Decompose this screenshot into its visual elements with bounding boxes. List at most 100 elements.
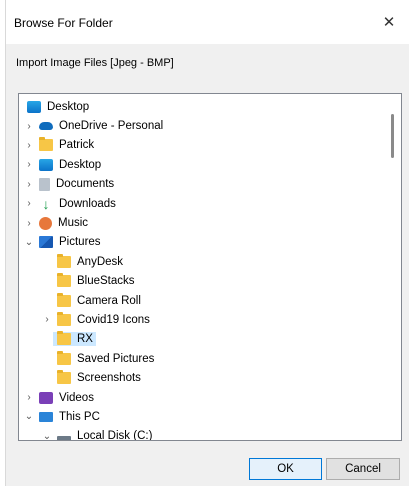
tree-item-content[interactable]: Patrick	[35, 137, 97, 152]
tree-item-label: OneDrive - Personal	[59, 120, 164, 133]
chevron-down-icon[interactable]: ⌄	[41, 430, 53, 440]
tree-item-label: Music	[58, 217, 89, 230]
folder-icon	[57, 292, 71, 307]
tree-item-label: Desktop	[59, 158, 102, 171]
documents-icon	[39, 177, 50, 191]
tree-item[interactable]: › OneDrive - Personal	[19, 116, 384, 135]
tree-item-label: Screenshots	[77, 372, 141, 385]
chevron-right-icon[interactable]: ›	[23, 139, 35, 151]
downloads-icon: ↓	[42, 195, 50, 212]
tree-item-content[interactable]: Pictures	[35, 235, 104, 249]
instruction-text: Import Image Files [Jpeg - BMP]	[16, 57, 174, 69]
tree-item-content[interactable]: Desktop	[35, 158, 104, 172]
tree-item-content[interactable]: OneDrive - Personal	[35, 119, 166, 133]
chevron-down-icon[interactable]: ⌄	[23, 236, 35, 248]
chevron-down-icon[interactable]: ⌄	[23, 411, 35, 423]
tree-item-content[interactable]: Covid19 Icons	[53, 311, 153, 327]
tree-item[interactable]: Screenshots	[19, 368, 384, 387]
chevron-right-icon[interactable]: ›	[23, 392, 35, 404]
tree-item-label: Desktop	[47, 100, 90, 113]
tree-item[interactable]: Camera Roll	[19, 291, 384, 310]
desktop-icon	[27, 100, 41, 113]
folder-icon	[57, 311, 71, 326]
chevron-right-icon[interactable]: ›	[23, 198, 35, 210]
chevron-right-icon[interactable]: ›	[41, 314, 53, 326]
title-bar: Browse For Folder ✕	[6, 0, 409, 44]
chevron-right-icon[interactable]: ›	[23, 178, 35, 190]
folder-icon	[57, 350, 71, 365]
tree-item[interactable]: › Desktop	[19, 155, 384, 174]
tree-item[interactable]: › Patrick	[19, 136, 384, 155]
tree-item[interactable]: RX	[19, 330, 384, 349]
tree-item-content[interactable]: Music	[35, 216, 91, 231]
tree-item-label: Covid19 Icons	[77, 313, 150, 326]
tree-item[interactable]: › Music	[19, 213, 384, 232]
close-icon[interactable]: ✕	[377, 10, 401, 34]
tree-item-content[interactable]: ↓ Downloads	[35, 197, 119, 211]
tree-item[interactable]: Desktop	[19, 97, 384, 116]
dialog-title: Browse For Folder	[14, 16, 113, 30]
tree-item-label: RX	[77, 333, 93, 346]
folder-icon	[57, 273, 71, 288]
tree-item-label: Downloads	[59, 197, 116, 210]
desktop-icon	[39, 158, 53, 171]
chevron-right-icon[interactable]: ›	[23, 159, 35, 171]
tree-item[interactable]: › Videos	[19, 388, 384, 407]
videos-icon	[39, 391, 53, 404]
chevron-right-icon[interactable]: ›	[23, 217, 35, 229]
tree-item[interactable]: › ↓ Downloads	[19, 194, 384, 213]
tree-item[interactable]: ⌄ Pictures	[19, 233, 384, 252]
tree-item[interactable]: BlueStacks	[19, 272, 384, 291]
folder-icon	[57, 253, 71, 268]
folder-tree-panel: Desktop › OneDrive - Personal › Patrick › Desk…	[18, 93, 402, 441]
tree-item-label: Videos	[59, 391, 94, 404]
tree-item-label: Pictures	[59, 236, 101, 249]
tree-item[interactable]: ⌄ This PC	[19, 407, 384, 426]
tree-item[interactable]: AnyDesk	[19, 252, 384, 271]
tree-item-content[interactable]: RX	[53, 331, 96, 347]
user-folder-icon	[39, 137, 53, 152]
onedrive-icon	[39, 122, 53, 131]
tree-item-content[interactable]: BlueStacks	[53, 273, 138, 288]
tree-item-label: This PC	[59, 410, 100, 423]
tree-item-content[interactable]: Desktop	[23, 100, 92, 114]
tree-item-label: Documents	[56, 178, 115, 191]
tree-item-content[interactable]: Saved Pictures	[53, 350, 157, 366]
vertical-scrollbar[interactable]	[384, 94, 401, 440]
tree-item[interactable]: Saved Pictures	[19, 349, 384, 368]
folder-tree: Desktop › OneDrive - Personal › Patrick › Desk…	[19, 94, 384, 441]
tree-item-content[interactable]: Local Disk (C:)	[53, 429, 155, 441]
tree-item-label: Patrick	[59, 139, 95, 152]
folder-icon	[57, 331, 71, 346]
tree-item-content[interactable]: Screenshots	[53, 370, 144, 385]
this-pc-icon	[39, 411, 53, 422]
tree-item-label: Camera Roll	[77, 294, 141, 307]
tree-item-label: BlueStacks	[77, 275, 135, 288]
tree-item-content[interactable]: Videos	[35, 391, 97, 405]
folder-icon	[57, 370, 71, 385]
ok-button[interactable]: OK	[249, 458, 322, 480]
tree-item[interactable]: › Covid19 Icons	[19, 310, 384, 329]
tree-item[interactable]: ⌄ Local Disk (C:)	[19, 427, 384, 441]
tree-item-content[interactable]: AnyDesk	[53, 253, 126, 269]
tree-item-label: Saved Pictures	[77, 352, 155, 365]
scrollbar-thumb[interactable]	[391, 114, 394, 158]
tree-item-content[interactable]: Camera Roll	[53, 292, 144, 308]
tree-item[interactable]: › Documents	[19, 175, 384, 194]
chevron-right-icon[interactable]: ›	[23, 120, 35, 132]
music-icon	[39, 216, 52, 230]
tree-item-content[interactable]: This PC	[35, 410, 103, 424]
local-disk-icon	[57, 436, 71, 440]
tree-item-label: Local Disk (C:)	[77, 430, 153, 441]
tree-item-label: AnyDesk	[77, 255, 124, 268]
tree-item-content[interactable]: Documents	[35, 177, 117, 192]
pictures-icon	[39, 236, 53, 249]
cancel-button[interactable]: Cancel	[326, 458, 400, 480]
browse-folder-dialog: Browse For Folder ✕ Import Image Files […	[5, 0, 409, 486]
